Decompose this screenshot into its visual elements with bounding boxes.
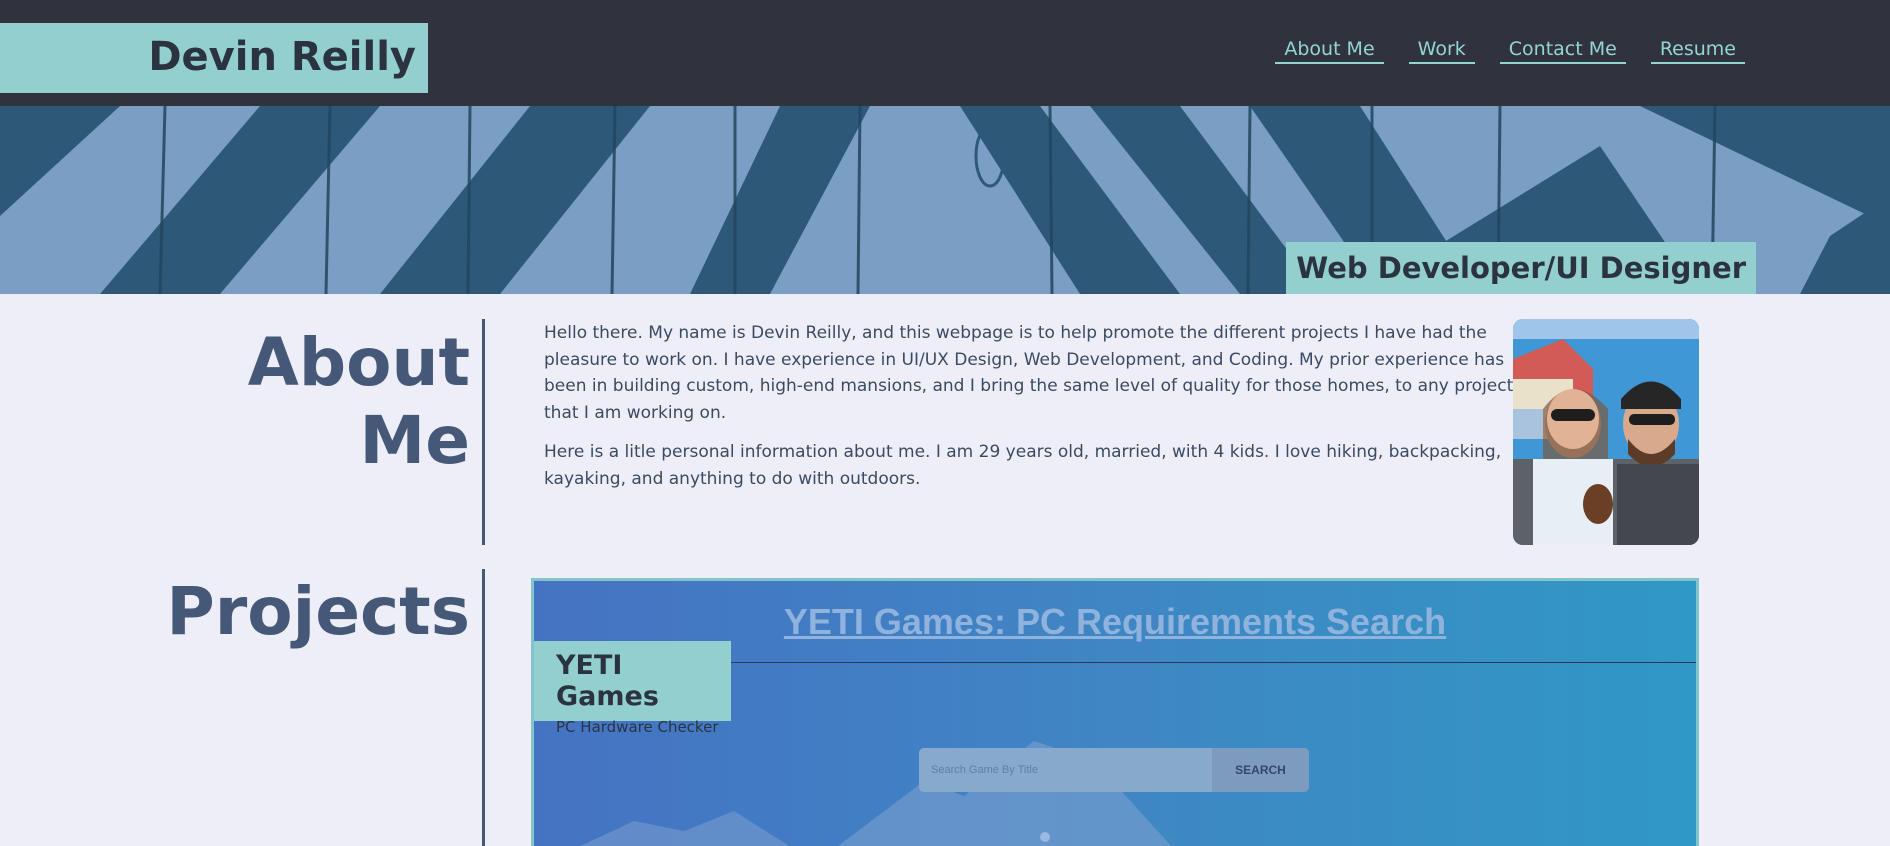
- projects-divider: [482, 569, 485, 846]
- projects-heading: Projects: [166, 573, 470, 650]
- project-card-yeti[interactable]: YETI Games: PC Requirements Search YETI …: [531, 578, 1699, 846]
- project-subtitle: PC Hardware Checker: [556, 718, 719, 736]
- nav-link-about[interactable]: About Me: [1275, 37, 1384, 64]
- project-title: YETI Games: [556, 650, 659, 712]
- game-search-form: SEARCH: [919, 748, 1309, 792]
- about-heading: About Me: [200, 324, 470, 480]
- about-paragraph: Hello there. My name is Devin Reilly, an…: [544, 323, 1514, 423]
- game-search-input[interactable]: [919, 748, 1212, 792]
- nav-link-work[interactable]: Work: [1408, 37, 1475, 64]
- main-nav: About Me Work Contact Me Resume: [1275, 37, 1745, 64]
- about-text: Hello there. My name is Devin Reilly, an…: [544, 320, 1516, 492]
- about-paragraph: Here is a litle personal information abo…: [544, 442, 1502, 489]
- about-heading-line1: About: [247, 324, 470, 401]
- brand-block[interactable]: Devin Reilly: [0, 23, 428, 93]
- profile-photo: [1513, 319, 1699, 545]
- nav-link-contact[interactable]: Contact Me: [1499, 37, 1626, 64]
- project-card-heading[interactable]: YETI Games: PC Requirements Search: [534, 601, 1696, 643]
- about-heading-line2: Me: [359, 402, 470, 479]
- banner-tagline: Web Developer/UI Designer: [1286, 242, 1756, 294]
- top-navbar: Devin Reilly About Me Work Contact Me Re…: [0, 0, 1890, 106]
- site-name[interactable]: Devin Reilly: [148, 34, 416, 80]
- search-button[interactable]: SEARCH: [1212, 748, 1309, 792]
- project-card-label: YETI Games PC Hardware Checker: [534, 641, 731, 736]
- about-divider: [482, 319, 485, 545]
- nav-link-resume[interactable]: Resume: [1650, 37, 1745, 64]
